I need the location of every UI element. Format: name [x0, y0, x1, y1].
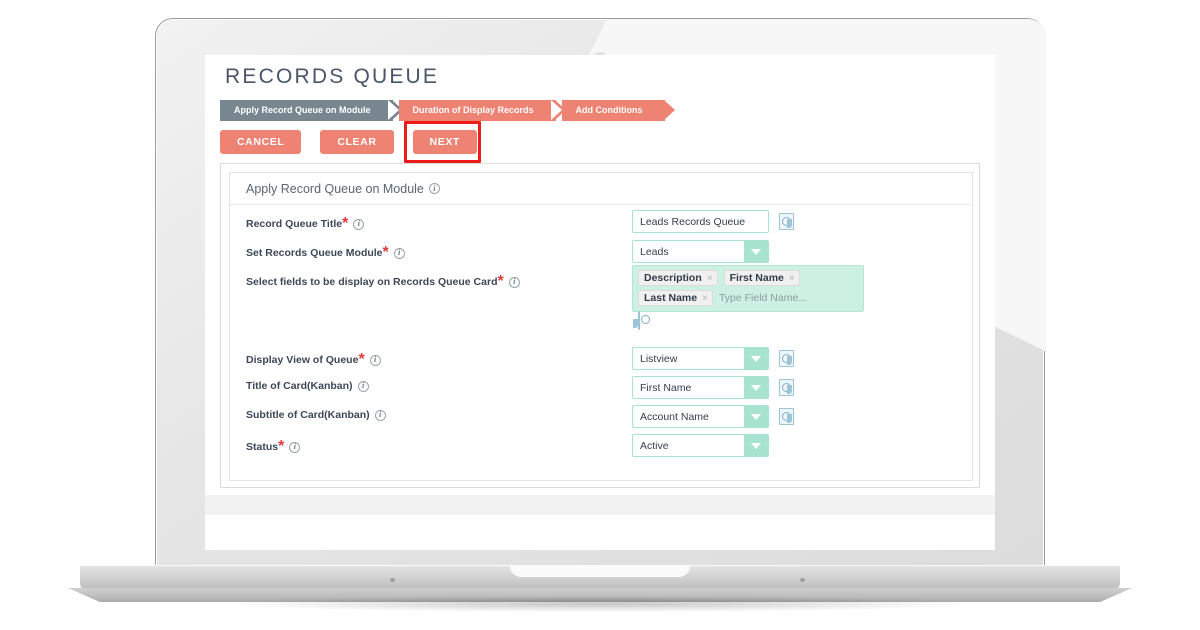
laptop-mockup: RECORDS QUEUE Apply Record Queue on Modu…: [0, 0, 1200, 630]
panel-header: Apply Record Queue on Module i: [230, 173, 972, 205]
select-value: Listview: [640, 352, 678, 365]
field-tag: Description ×: [638, 270, 718, 286]
tag-label: Description: [644, 272, 702, 284]
required-star: *: [382, 244, 389, 261]
remove-tag-icon[interactable]: ×: [789, 273, 795, 284]
laptop-screen: RECORDS QUEUE Apply Record Queue on Modu…: [205, 55, 995, 550]
tag-label: Last Name: [644, 292, 698, 304]
record-queue-title-input[interactable]: [632, 210, 769, 233]
required-star: *: [497, 273, 504, 290]
tag-label: First Name: [729, 272, 784, 284]
content-bottom-band: [205, 495, 995, 515]
field-label-title-of-card: Title of Card(Kanban) i: [246, 380, 369, 392]
label-text: Display View of Queue: [246, 354, 359, 366]
info-icon[interactable]: i: [508, 276, 520, 288]
field-label-status: Status * i: [246, 438, 301, 456]
step-add-conditions[interactable]: Add Conditions: [550, 100, 675, 121]
chevron-down-icon[interactable]: [744, 241, 768, 262]
select-fields-multiselect[interactable]: Description × First Name × Last Name × T…: [632, 265, 864, 312]
label-text: Status: [246, 441, 279, 453]
action-button-row: CANCEL CLEAR NEXT: [220, 121, 481, 163]
panel-header-label: Apply Record Queue on Module: [246, 181, 424, 196]
laptop-base-notch: [510, 566, 690, 577]
field-label-subtitle-of-card: Subtitle of Card(Kanban) i: [246, 409, 386, 421]
screenshot-stage: RECORDS QUEUE Apply Record Queue on Modu…: [0, 0, 1200, 630]
select-value: Active: [640, 439, 669, 452]
clear-button[interactable]: CLEAR: [320, 130, 394, 154]
field-picker-icon[interactable]: [779, 213, 794, 230]
info-icon[interactable]: i: [369, 354, 381, 366]
label-text: Record Queue Title: [246, 218, 343, 230]
field-control-set-records-queue-module: Leads: [632, 240, 769, 263]
field-picker-icon[interactable]: [779, 408, 794, 425]
wizard-steps: Apply Record Queue on Module Duration of…: [220, 100, 675, 121]
field-control-status: Active: [632, 434, 769, 457]
field-picker-icon[interactable]: [638, 311, 640, 330]
multiselect-placeholder: Type Field Name...: [718, 292, 808, 304]
required-star: *: [358, 351, 365, 368]
field-label-set-records-queue-module: Set Records Queue Module * i: [246, 244, 405, 262]
field-label-display-view-of-queue: Display View of Queue * i: [246, 351, 381, 369]
info-icon[interactable]: i: [353, 218, 365, 230]
select-value: First Name: [640, 381, 692, 394]
form-panel: Apply Record Queue on Module i Record Qu…: [220, 163, 980, 488]
step-label: Add Conditions: [575, 105, 643, 115]
info-icon[interactable]: i: [357, 380, 369, 392]
cancel-button[interactable]: CANCEL: [220, 130, 302, 154]
field-picker-icon[interactable]: [779, 379, 794, 396]
field-control-record-queue-title: [632, 210, 794, 233]
field-control-select-fields: Description × First Name × Last Name × T…: [632, 265, 864, 330]
field-tag: First Name ×: [723, 270, 800, 286]
laptop-drop-shadow: [230, 596, 970, 612]
remove-tag-icon[interactable]: ×: [702, 293, 708, 304]
title-of-card-select[interactable]: First Name: [632, 376, 769, 399]
label-text: Subtitle of Card(Kanban): [246, 409, 370, 421]
status-select[interactable]: Active: [632, 434, 769, 457]
laptop-foot-left: [390, 578, 395, 582]
field-picker-icon[interactable]: [779, 350, 794, 367]
step-apply-record-queue-on-module[interactable]: Apply Record Queue on Module: [220, 100, 403, 121]
label-text: Set Records Queue Module: [246, 247, 383, 259]
field-label-select-fields: Select fields to be display on Records Q…: [246, 273, 520, 291]
set-records-queue-module-select[interactable]: Leads: [632, 240, 769, 263]
required-star: *: [342, 215, 349, 232]
field-tag: Last Name ×: [638, 290, 713, 306]
chevron-down-icon[interactable]: [744, 348, 768, 369]
remove-tag-icon[interactable]: ×: [707, 273, 713, 284]
display-view-of-queue-select[interactable]: Listview: [632, 347, 769, 370]
step-label: Duration of Display Records: [412, 105, 534, 115]
step-label: Apply Record Queue on Module: [234, 105, 371, 115]
select-value: Account Name: [640, 410, 709, 423]
required-star: *: [278, 438, 285, 455]
field-label-record-queue-title: Record Queue Title * i: [246, 215, 365, 233]
info-icon[interactable]: i: [428, 183, 440, 194]
info-icon[interactable]: i: [393, 247, 405, 259]
form-panel-inner: Apply Record Queue on Module i Record Qu…: [229, 172, 973, 481]
app-viewport: RECORDS QUEUE Apply Record Queue on Modu…: [205, 55, 995, 550]
select-value: Leads: [640, 245, 669, 258]
page-title: RECORDS QUEUE: [225, 65, 440, 88]
step-duration-of-display-records[interactable]: Duration of Display Records: [387, 100, 566, 121]
field-control-display-view-of-queue: Listview: [632, 347, 794, 370]
info-icon[interactable]: i: [374, 409, 386, 421]
next-button[interactable]: NEXT: [412, 130, 477, 154]
chevron-down-icon[interactable]: [744, 435, 768, 456]
laptop-foot-right: [800, 578, 805, 582]
label-text: Select fields to be display on Records Q…: [246, 276, 498, 288]
next-button-wrapper: NEXT: [403, 121, 481, 163]
chevron-down-icon[interactable]: [744, 406, 768, 427]
info-icon[interactable]: i: [289, 441, 301, 453]
label-text: Title of Card(Kanban): [246, 380, 353, 392]
field-control-subtitle-of-card: Account Name: [632, 405, 794, 428]
subtitle-of-card-select[interactable]: Account Name: [632, 405, 769, 428]
chevron-down-icon[interactable]: [744, 377, 768, 398]
field-control-title-of-card: First Name: [632, 376, 794, 399]
